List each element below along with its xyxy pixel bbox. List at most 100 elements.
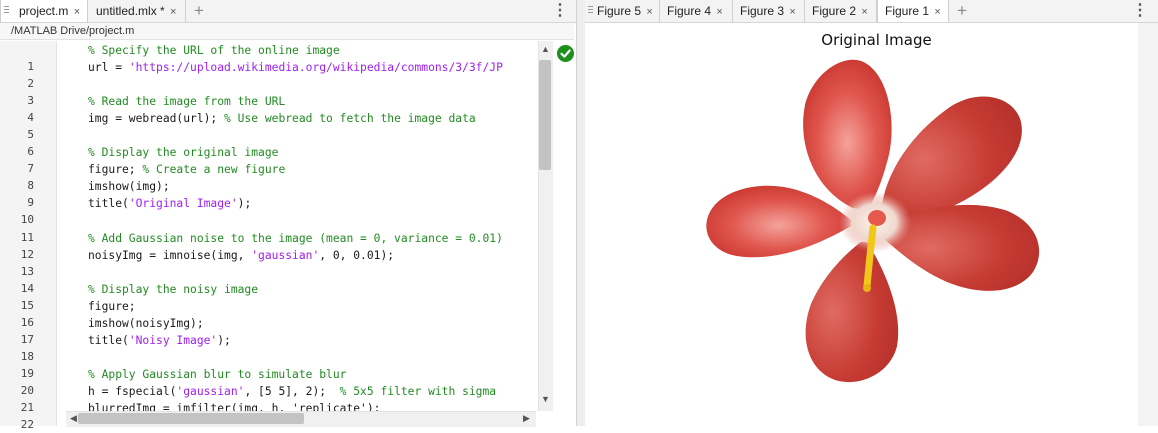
line-number: 21 (20, 401, 34, 414)
line-number: 18 (20, 349, 34, 363)
code-line[interactable]: % Display the noisy image (88, 281, 258, 298)
code-line[interactable]: h = fspecial('gaussian', [5 5], 2); % 5x… (88, 383, 496, 400)
code-text: h = fspecial( (88, 385, 177, 398)
tab-label: Figure 2 (812, 4, 857, 18)
plus-icon[interactable]: + (194, 1, 204, 21)
code-comment: % Display the original image (88, 146, 279, 160)
plus-icon[interactable]: + (957, 1, 967, 21)
code-line[interactable]: img = webread(url); % Use webread to fet… (88, 110, 476, 127)
code-text: noisyImg = imnoise(img, (88, 248, 252, 262)
tab-figure-3[interactable]: Figure 3 × (733, 0, 805, 22)
code-comment: % Use webread to fetch the image data (224, 112, 476, 126)
code-editor[interactable]: % Specify the URL of the online image url… (88, 41, 536, 411)
line-number: 5 (27, 128, 34, 142)
petal-left (706, 185, 851, 258)
code-string: 'Noisy Image' (128, 333, 218, 347)
code-line[interactable]: imshow(noisyImg); (88, 315, 204, 332)
arrow-up-icon[interactable]: ▲ (541, 44, 550, 54)
line-number: 14 (20, 281, 34, 295)
code-comment: % Display the noisy image (88, 282, 259, 296)
tab-figure-5[interactable]: Figure 5 × (585, 0, 660, 22)
more-icon[interactable]: ⋮ (552, 2, 568, 20)
line-number: 20 (20, 383, 34, 397)
figure-title: Original Image (821, 31, 932, 49)
line-number: 12 (20, 247, 34, 261)
code-line[interactable]: % Add Gaussian noise to the image (mean … (88, 230, 503, 247)
code-line[interactable]: % Display the original image (88, 144, 278, 161)
code-line[interactable]: noisyImg = imnoise(img, 'gaussian', 0, 0… (88, 247, 394, 264)
code-text: imshow(noisyImg); (88, 316, 204, 330)
line-number: 10 (20, 213, 34, 227)
line-number: 8 (27, 179, 34, 193)
horizontal-scroll-thumb[interactable] (78, 413, 304, 424)
code-text: imshow(img); (88, 180, 170, 194)
code-string: 'gaussian' (176, 385, 245, 398)
line-number: 1 (27, 60, 34, 73)
line-number: 17 (20, 332, 34, 346)
code-text: ); (237, 197, 252, 211)
tab-label: Figure 1 (885, 4, 930, 18)
arrow-right-icon[interactable]: ▶ (523, 413, 530, 424)
line-number: 2 (27, 77, 34, 91)
code-line[interactable]: % Read the image from the URL (88, 93, 285, 110)
code-comment: % Create a new figure (142, 163, 286, 177)
code-string: 'gaussian' (251, 248, 320, 262)
line-number: 15 (20, 298, 34, 312)
flower-stamen-tip (863, 284, 871, 292)
code-text: title( (88, 333, 129, 347)
code-line[interactable]: figure; (88, 298, 136, 315)
tab-label: Figure 5 (597, 4, 642, 18)
check-icon[interactable] (557, 45, 574, 62)
code-line[interactable]: % Specify the URL of the online image (88, 42, 340, 59)
close-icon[interactable]: × (646, 6, 652, 18)
tab-project-m[interactable]: project.m × (0, 0, 88, 22)
code-comment: % Add Gaussian noise to the image (mean … (88, 231, 503, 245)
tab-figure-4[interactable]: Figure 4 × (660, 0, 733, 22)
line-number-gutter: 1 2 3 4 5 6 7 8 9 10 11 12 13 14 15 16 17 18 19 20 21 22 (0, 41, 57, 431)
tab-figure-1[interactable]: Figure 1 × (877, 0, 949, 22)
more-icon[interactable]: ⋮ (1132, 2, 1148, 20)
code-text: , [5 5], 2); (244, 385, 340, 398)
grip-icon (588, 6, 593, 15)
code-line[interactable]: imshow(img); (88, 178, 170, 195)
line-number: 6 (27, 145, 34, 159)
code-string: 'https://upload.wikimedia.org/wikipedia/… (128, 61, 503, 75)
close-icon[interactable]: × (789, 6, 795, 18)
line-number: 19 (20, 366, 34, 380)
close-icon[interactable]: × (74, 6, 80, 18)
close-icon[interactable]: × (934, 6, 940, 18)
vertical-scroll-thumb[interactable] (539, 60, 551, 170)
line-number: 4 (27, 111, 34, 125)
code-line[interactable]: url = 'https://upload.wikimedia.org/wiki… (88, 59, 503, 76)
close-icon[interactable]: × (861, 6, 867, 18)
code-line[interactable]: title('Original Image'); (88, 195, 251, 212)
code-text: img = webread(url); (88, 112, 225, 126)
code-text: blurredImg = imfilter(img, h, 'replicate… (88, 402, 381, 411)
arrow-down-icon[interactable]: ▼ (541, 394, 550, 404)
tab-label: project.m (19, 4, 69, 18)
code-text: figure; (88, 299, 136, 313)
tab-label: Figure 3 (740, 4, 785, 18)
line-number: 16 (20, 315, 34, 329)
code-line[interactable]: % Apply Gaussian blur to simulate blur (88, 366, 346, 383)
flower-pistil (868, 210, 886, 226)
code-comment: % Read the image from the URL (88, 95, 286, 109)
file-path: /MATLAB Drive/project.m (0, 23, 574, 40)
code-line[interactable]: figure; % Create a new figure (88, 161, 285, 178)
code-line[interactable]: title('Noisy Image'); (88, 332, 231, 349)
line-number: 7 (27, 162, 34, 176)
tab-figure-2[interactable]: Figure 2 × (805, 0, 877, 22)
petal-top (803, 59, 892, 210)
line-number: 22 (20, 418, 34, 432)
code-comment: % Apply Gaussian blur to simulate blur (88, 367, 347, 381)
close-icon[interactable]: × (170, 6, 176, 18)
code-line[interactable]: blurredImg = imfilter(img, h, 'replicate… (88, 400, 380, 411)
petal-bottom (805, 242, 899, 383)
tab-label: Figure 4 (667, 4, 712, 18)
line-number: 3 (27, 94, 34, 108)
line-number: 9 (27, 196, 34, 210)
arrow-left-icon[interactable]: ◀ (70, 413, 77, 424)
close-icon[interactable]: × (716, 6, 722, 18)
code-comment: % 5x5 filter with sigma (339, 385, 497, 398)
tab-untitled-mlx[interactable]: untitled.mlx * × (89, 0, 186, 22)
